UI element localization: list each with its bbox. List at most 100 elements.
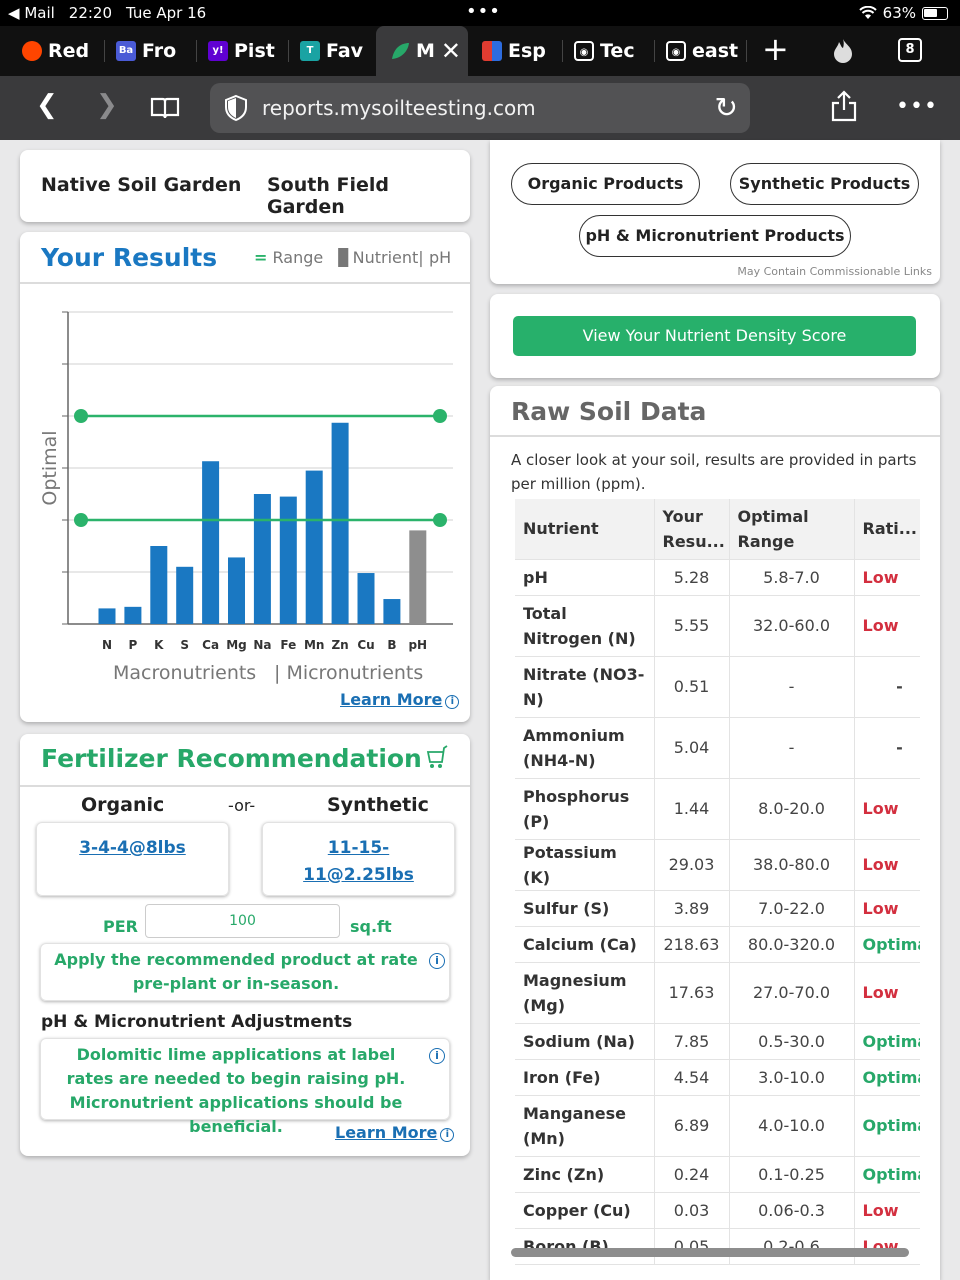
- bar-fe: [279, 496, 297, 624]
- cell-nutrient: Nitrate (NO3-N): [515, 656, 655, 718]
- close-tab-icon[interactable]: ✕: [441, 37, 461, 65]
- your-results-card: Your Results = Range ▐▌Nutrient | pH Opt…: [20, 232, 470, 722]
- results-title: Your Results: [41, 243, 218, 272]
- legend-ph[interactable]: | pH: [418, 248, 451, 267]
- status-time: 22:20: [68, 4, 113, 22]
- more-options-icon[interactable]: •••: [896, 94, 938, 119]
- cell-rating: Low: [854, 1192, 920, 1229]
- battery-icon: [922, 6, 948, 20]
- back-chevron-icon[interactable]: ❮: [36, 90, 58, 120]
- learn-more-label: Learn More: [340, 690, 443, 709]
- x-tick-label: Mg: [226, 638, 247, 652]
- reload-icon[interactable]: ↻: [715, 91, 738, 124]
- forward-chevron-icon[interactable]: ❯: [96, 90, 118, 120]
- info-icon: i: [445, 695, 460, 709]
- unit-label: sq.ft: [350, 917, 392, 936]
- commission-disclaimer: May Contain Commissionable Links: [737, 265, 932, 278]
- synthetic-products-button[interactable]: Synthetic Products: [730, 163, 919, 205]
- fertilizer-recommendation-card: Fertilizer Recommendation Organic -or- S…: [20, 734, 470, 1156]
- ba-favicon-icon: Ba: [116, 41, 136, 61]
- garden-native-soil[interactable]: Native Soil Garden: [41, 174, 241, 196]
- tab-overview-button[interactable]: 8: [898, 38, 922, 62]
- url-text: reports.mysoilteesting.com: [262, 96, 536, 120]
- legend-range[interactable]: = Range: [254, 248, 323, 267]
- tab-label: Fav: [326, 40, 364, 62]
- micronutrients-label: | Micronutrients: [274, 662, 424, 684]
- tab-east[interactable]: ◉ east: [644, 26, 738, 76]
- tab-tec[interactable]: ◉ Tec: [552, 26, 635, 76]
- bar-k: [150, 546, 168, 624]
- tab-red[interactable]: Red: [0, 26, 89, 76]
- tab-pist[interactable]: y! Pist: [186, 26, 275, 76]
- tab-esp[interactable]: Esp: [460, 26, 546, 76]
- x-tick-label: N: [102, 638, 112, 652]
- table-row: Calcium (Ca)218.6380.0-320.0Optimal: [515, 926, 920, 963]
- column-header-result[interactable]: Your Resu...: [654, 499, 730, 560]
- synthetic-product-link[interactable]: 11-15-11@2.25lbs: [263, 835, 454, 889]
- cell-nutrient: Boron (B): [515, 1228, 655, 1265]
- multitask-dots-icon[interactable]: •••: [466, 1, 501, 22]
- horizontal-scrollbar[interactable]: [511, 1248, 909, 1257]
- garden-south-field[interactable]: South Field Garden: [267, 174, 470, 218]
- cell-optimal-range: 4.0-10.0: [729, 1095, 855, 1157]
- status-bar: ◀ Mail 22:20 Tue Apr 16 ••• 63%: [0, 0, 960, 26]
- tab-label: Tec: [600, 40, 635, 62]
- table-row: Nitrate (NO3-N) 0.51- -: [515, 656, 920, 718]
- leaf-favicon-icon: [392, 43, 409, 59]
- area-input[interactable]: 100: [145, 904, 340, 938]
- info-icon[interactable]: i: [429, 1048, 445, 1064]
- product-links-card: Organic Products Synthetic Products pH &…: [490, 140, 940, 284]
- range-endpoint: [74, 409, 88, 423]
- x-tick-label: Zn: [331, 638, 348, 652]
- cell-result: 29.03: [654, 839, 730, 891]
- tab-fro[interactable]: Ba Fro: [94, 26, 176, 76]
- organic-heading: Organic: [81, 794, 165, 816]
- bar-na: [253, 494, 271, 624]
- cell-nutrient: Total Nitrogen (N): [515, 595, 655, 657]
- range-legend-icon: =: [254, 248, 268, 267]
- legend-nutrient[interactable]: ▐▌Nutrient: [332, 248, 418, 267]
- bar-mg: [228, 557, 245, 624]
- results-learn-more-link[interactable]: Learn More i: [340, 690, 460, 709]
- tec-favicon-icon: ◉: [574, 41, 594, 61]
- cell-result: 5.55: [654, 595, 730, 657]
- cell-rating: -: [854, 656, 920, 718]
- tab-active-m[interactable]: M ✕: [376, 26, 468, 76]
- column-header-rating[interactable]: Rati...: [854, 499, 920, 560]
- table-row: Ammonium (NH4-N) 5.04- -: [515, 717, 920, 779]
- address-bar[interactable]: reports.mysoilteesting.com ↻: [210, 83, 750, 133]
- tab-label: Esp: [508, 40, 546, 62]
- share-icon[interactable]: [830, 90, 858, 122]
- raw-data-table-scroller[interactable]: Nutrient Your Resu... Optimal Range Rati…: [515, 499, 920, 1265]
- tab-separator: [746, 40, 747, 62]
- learn-more-label: Learn More: [335, 1123, 438, 1142]
- reader-book-icon[interactable]: [150, 96, 180, 120]
- cell-result: 218.63: [654, 926, 730, 963]
- tab-fav[interactable]: T Fav: [278, 26, 363, 76]
- organic-products-button[interactable]: Organic Products: [511, 163, 700, 205]
- shopping-cart-icon[interactable]: [425, 744, 449, 772]
- cell-result: 5.04: [654, 717, 730, 779]
- new-tab-icon[interactable]: +: [762, 30, 789, 68]
- range-endpoint: [74, 513, 88, 527]
- organic-product-link[interactable]: 3-4-4@8lbs: [37, 835, 228, 862]
- cell-optimal-range: -: [729, 717, 855, 779]
- view-nutrient-density-button[interactable]: View Your Nutrient Density Score: [513, 316, 916, 356]
- info-icon[interactable]: i: [429, 953, 445, 969]
- cell-result: 6.89: [654, 1095, 730, 1157]
- legend-range-label: Range: [272, 248, 324, 267]
- bars-legend-icon: ▐▌: [332, 248, 355, 267]
- cell-result: 3.89: [654, 890, 730, 927]
- y-axis-label: Optimal: [39, 430, 61, 505]
- bar-p: [124, 606, 142, 624]
- bar-b: [383, 599, 401, 624]
- table-row: Iron (Fe)4.543.0-10.0Optimal: [515, 1059, 920, 1096]
- bar-ca: [202, 461, 220, 624]
- column-header-optimal-range[interactable]: Optimal Range: [729, 499, 855, 560]
- ph-micronutrient-products-button[interactable]: pH & Micronutrient Products: [579, 215, 851, 257]
- back-app-label: Mail: [24, 4, 55, 22]
- flame-icon[interactable]: [832, 38, 854, 64]
- fertilizer-learn-more-link[interactable]: Learn More i: [335, 1123, 455, 1142]
- back-to-app-link[interactable]: ◀ Mail: [8, 4, 55, 22]
- column-header-nutrient[interactable]: Nutrient: [515, 499, 655, 560]
